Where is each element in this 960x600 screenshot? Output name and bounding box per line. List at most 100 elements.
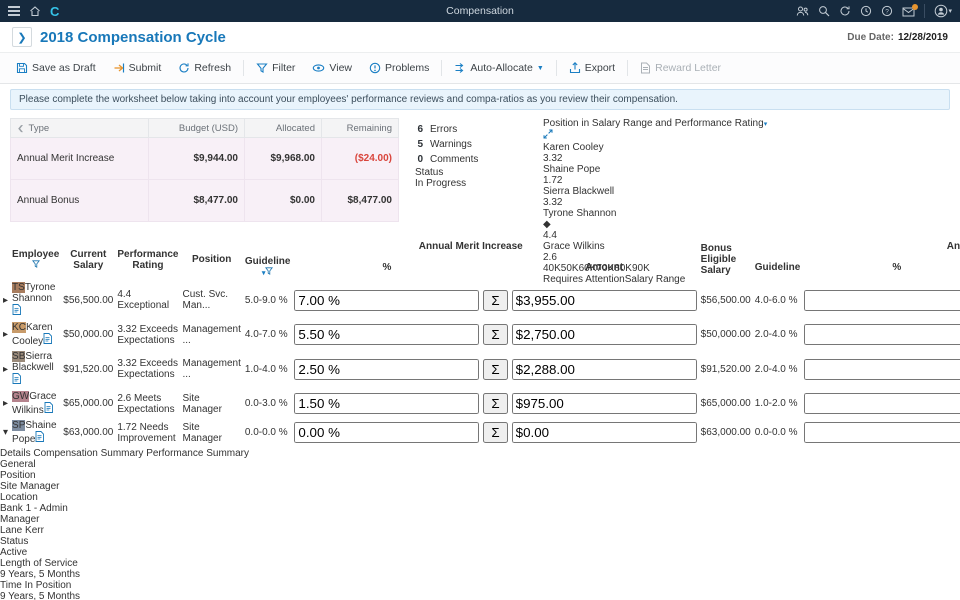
submit-button[interactable]: Submit [105,58,170,78]
merit-sum-button[interactable]: Σ [483,393,507,414]
chart-menu-caret[interactable]: ▾ [764,121,768,128]
profile-icon[interactable]: ▾ [934,4,952,18]
merit-percent-input[interactable] [294,290,479,311]
merit-amount-input[interactable] [512,393,697,414]
employee-row[interactable]: ▸TSTyrone Shannon$56,500.004.4 Exception… [2,281,960,319]
bonus-eligible-cell: $91,520.00 [700,350,752,388]
row-expander[interactable]: ▸ [2,390,9,417]
row-expander[interactable]: ▸ [2,321,9,348]
top-app-bar: C Compensation ? [0,0,960,22]
chart-row-label: Grace Wilkins [543,241,770,252]
issue-warnings[interactable]: 5Warnings [415,137,527,152]
employee-row[interactable]: ▾SPShaine Pope$63,000.001.72 Needs Impro… [2,419,960,446]
issue-comments[interactable]: 0Comments [415,152,527,167]
merit-percent-input[interactable] [294,422,479,443]
view-button[interactable]: View [304,58,360,78]
chart-expand-icon[interactable] [543,131,553,142]
chart-row[interactable]: Sierra Blackwell3.32 [543,186,770,208]
filter-funnel-icon[interactable] [265,267,273,278]
save-icon [16,62,28,74]
due-date: Due Date: 12/28/2019 [847,32,948,43]
performance-rating-link[interactable]: 1.72 Needs Improvement [116,419,179,446]
expand-cycle-icon[interactable]: ❯ [12,27,32,47]
bonus-percent-input[interactable] [804,324,960,345]
save-as-draft-button[interactable]: Save as Draft [8,58,104,78]
tab-details[interactable]: Details [0,448,31,459]
collapse-summary-icon[interactable]: ❮ [17,124,25,133]
eye-icon [312,62,325,74]
notes-icon[interactable] [43,336,52,347]
bonus-guideline-cell: 0.0-0.0 % [754,419,802,446]
sync-icon[interactable] [839,5,851,17]
employee-row[interactable]: ▸SBSierra Blackwell$91,520.003.32 Exceed… [2,350,960,388]
employee-row[interactable]: ▸KCKaren Cooley$50,000.003.32 Exceeds Ex… [2,321,960,348]
submit-icon [113,62,125,74]
merit-sum-button[interactable]: Σ [483,290,507,311]
bonus-percent-input[interactable] [804,393,960,414]
bonus-percent-input[interactable] [804,290,960,311]
merit-sum-button[interactable]: Σ [483,422,507,443]
merit-percent-input[interactable] [294,393,479,414]
merit-amount-input[interactable] [512,324,697,345]
rating-badge: 4.4 [543,230,770,241]
merit-percent-input[interactable] [294,324,479,345]
merit-guideline-cell: 1.0-4.0 % [244,350,292,388]
avatar: SB [12,351,25,362]
merit-amount-input[interactable] [512,422,697,443]
general-field-row: PositionSite Manager [0,470,960,492]
notes-icon[interactable] [12,307,21,318]
chart-row[interactable]: Tyrone Shannon◆4.4 [543,208,770,241]
tab-compensation-summary[interactable]: Compensation Summary [33,448,143,459]
performance-rating-link[interactable]: 4.4 Exceptional [116,281,179,319]
budget-row-merit[interactable]: Annual Merit Increase $9,944.00 $9,968.0… [11,138,399,180]
filter-funnel-icon[interactable] [32,260,40,271]
filter-button[interactable]: Filter [248,58,303,78]
people-icon[interactable] [796,5,809,17]
bonus-percent-input[interactable] [804,422,960,443]
notes-icon[interactable] [35,434,44,445]
instruction-banner: Please complete the worksheet below taki… [10,89,950,110]
search-icon[interactable] [818,5,830,17]
merit-amount-input[interactable] [512,359,697,380]
chart-row[interactable]: Shaine Pope1.72 [543,164,770,186]
chart-row-label: Sierra Blackwell [543,186,770,197]
performance-rating-link[interactable]: 2.6 Meets Expectations [116,390,179,417]
axis-tick-label: 90K [632,263,650,274]
employee-row[interactable]: ▸GWGrace Wilkins$65,000.002.6 Meets Expe… [2,390,960,417]
clock-icon[interactable] [860,5,872,17]
due-date-value: 12/28/2019 [898,32,948,43]
app-window: C Compensation ? [0,0,960,600]
performance-rating-link[interactable]: 3.32 Exceeds Expectations [116,321,179,348]
row-expander[interactable]: ▸ [2,350,9,388]
mail-icon[interactable] [902,6,915,17]
budget-row-bonus[interactable]: Annual Bonus $8,477.00 $0.00 $8,477.00 [11,180,399,222]
export-button[interactable]: Export [561,58,623,78]
chart-row[interactable]: Karen Cooley3.32 [543,142,770,164]
current-salary-cell: $65,000.00 [62,390,114,417]
merit-amount-input[interactable] [512,290,697,311]
axis-tick-label: 50K [561,263,579,274]
rating-badge: 3.32 [543,153,770,164]
general-field-row: Length of Service9 Years, 5 Months [0,558,960,580]
salary-range-chart: Position in Salary Range and Performance… [543,118,770,236]
reward-letter-button[interactable]: Reward Letter [632,58,729,78]
row-expander[interactable]: ▾ [2,419,9,446]
merit-sum-button[interactable]: Σ [483,359,507,380]
problems-button[interactable]: Problems [361,58,437,78]
bonus-percent-input[interactable] [804,359,960,380]
due-date-label: Due Date: [847,32,894,43]
help-icon[interactable]: ? [881,5,893,17]
refresh-button[interactable]: Refresh [170,58,239,78]
merit-percent-input[interactable] [294,359,479,380]
row-expander[interactable]: ▸ [2,281,9,319]
tab-performance-summary[interactable]: Performance Summary [146,448,249,459]
issue-errors[interactable]: 6Errors [415,122,527,137]
bonus-guideline-cell: 2.0-4.0 % [754,350,802,388]
notes-icon[interactable] [12,376,21,387]
alert-icon [369,62,381,74]
performance-rating-link[interactable]: 3.32 Exceeds Expectations [116,350,179,388]
auto-allocate-button[interactable]: Auto-Allocate ▼ [446,58,551,78]
merit-sum-button[interactable]: Σ [483,324,507,345]
notes-icon[interactable] [44,405,53,416]
page-header: ❯ 2018 Compensation Cycle Due Date:12/28… [0,22,960,53]
